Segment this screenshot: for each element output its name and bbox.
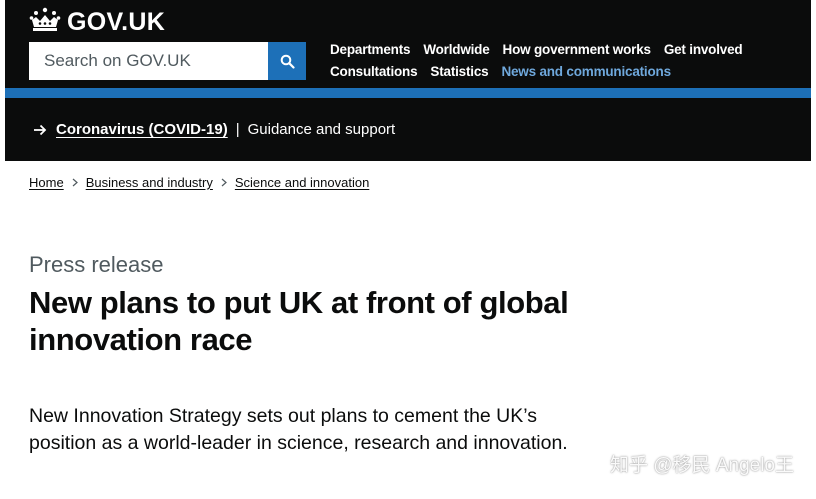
top-navigation: Departments Worldwide How government wor…	[330, 38, 800, 82]
crown-icon	[29, 7, 61, 38]
search-form	[29, 42, 306, 80]
breadcrumb-business-and-industry[interactable]: Business and industry	[86, 175, 213, 190]
breadcrumb-home[interactable]: Home	[29, 175, 64, 190]
document-type-caption: Press release	[29, 252, 164, 277]
watermark: 知乎 @移民 Angelo王	[609, 455, 794, 476]
chevron-right-icon	[72, 178, 78, 187]
magnifying-glass-icon	[280, 54, 295, 69]
logo-text: GOV.UK	[67, 8, 166, 36]
nav-row-secondary: Consultations Statistics News and commun…	[330, 60, 800, 82]
nav-link-statistics[interactable]: Statistics	[430, 64, 488, 79]
covid-banner: Coronavirus (COVID-19) | Guidance and su…	[5, 98, 811, 161]
nav-link-how-government-works[interactable]: How government works	[503, 42, 651, 57]
breadcrumb-science-and-innovation[interactable]: Science and innovation	[235, 175, 369, 190]
govuk-logo[interactable]: GOV.UK	[29, 7, 165, 38]
arrow-right-icon	[33, 124, 47, 136]
site-header: GOV.UK Departments Worldwide How governm…	[5, 0, 811, 88]
nav-link-get-involved[interactable]: Get involved	[664, 42, 743, 57]
nav-link-consultations[interactable]: Consultations	[330, 64, 418, 79]
nav-link-news-and-communications[interactable]: News and communications	[501, 64, 671, 79]
search-button[interactable]	[268, 42, 306, 80]
search-input[interactable]	[29, 42, 268, 80]
article-summary: New Innovation Strategy sets out plans t…	[29, 405, 568, 454]
nav-link-worldwide[interactable]: Worldwide	[423, 42, 489, 57]
banner-guidance-text: Guidance and support	[247, 121, 396, 138]
page-title: New plans to put UK at front of global i…	[29, 285, 569, 357]
header-accent-bar	[5, 88, 811, 98]
nav-link-departments[interactable]: Departments	[330, 42, 411, 57]
nav-row-primary: Departments Worldwide How government wor…	[330, 38, 800, 60]
covid-link[interactable]: Coronavirus (COVID-19)	[56, 121, 228, 138]
chevron-right-icon	[221, 178, 227, 187]
banner-separator: |	[235, 121, 240, 138]
breadcrumb: Home Business and industry Science and i…	[29, 175, 369, 190]
